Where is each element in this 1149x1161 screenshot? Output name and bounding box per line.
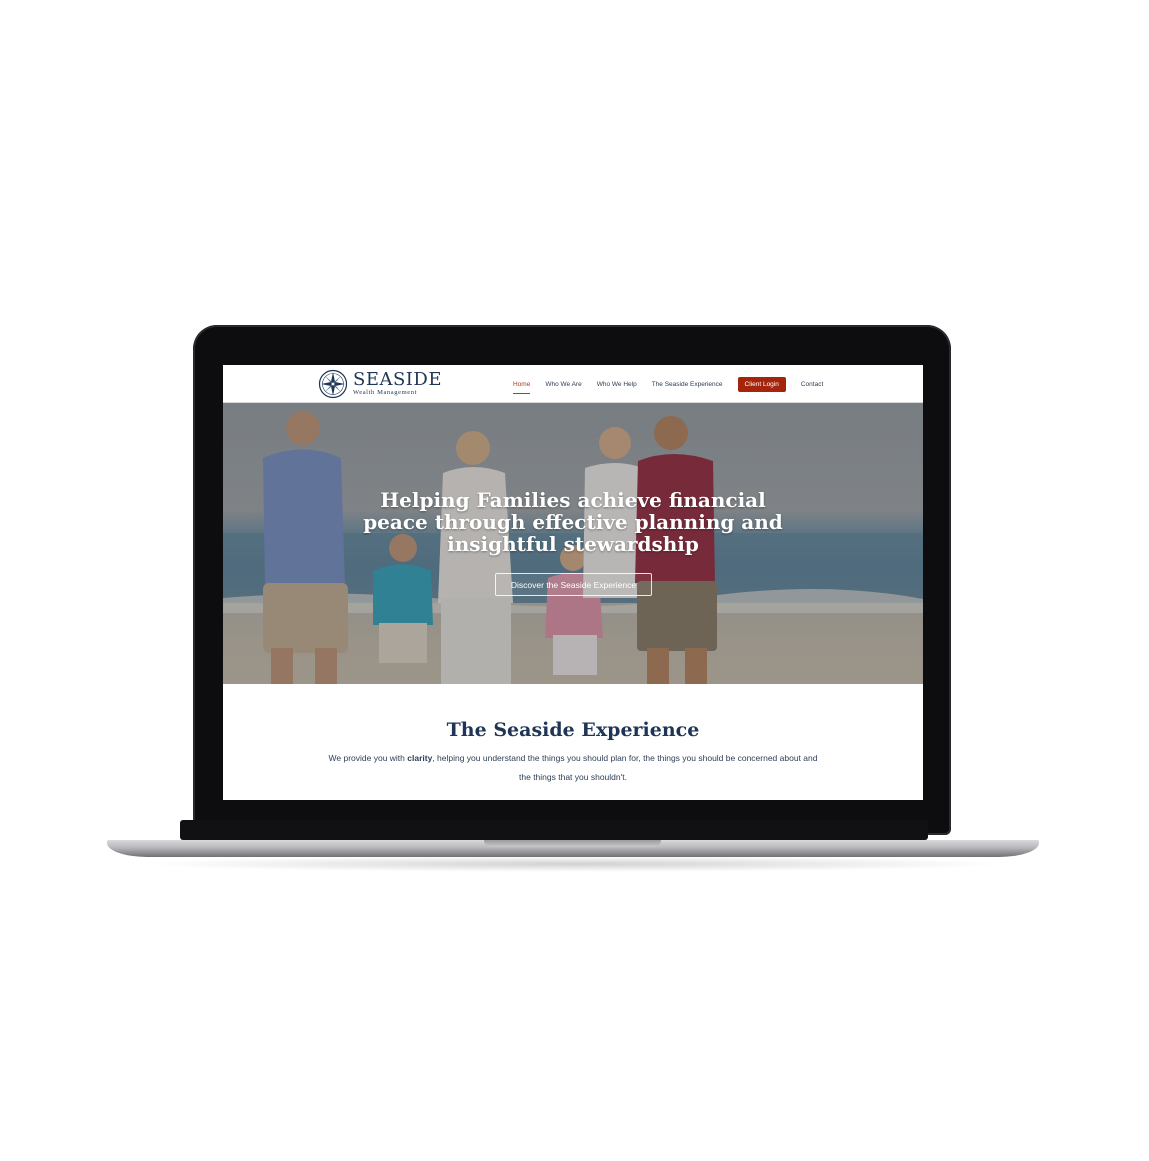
laptop-shadow [140,856,1010,872]
experience-text-rest: , helping you understand the things you … [432,753,818,782]
client-login-button[interactable]: Client Login [737,376,786,392]
site-logo[interactable]: SEASIDE Wealth Management [318,369,442,399]
site-header: SEASIDE Wealth Management Home Who We Ar… [223,365,923,403]
experience-title: The Seaside Experience [446,719,700,741]
nav-item-who-we-are[interactable]: Who We Are [545,381,581,388]
laptop-screen: SEASIDE Wealth Management Home Who We Ar… [223,365,923,800]
experience-text-intro: We provide you with [328,753,408,763]
discover-experience-button[interactable]: Discover the Seaside Experience [495,573,652,596]
main-nav: Home Who We Are Who We Help The Seaside … [513,365,838,403]
hero-heading: Helping Families achieve financial peace… [363,488,783,556]
nav-item-seaside-experience[interactable]: The Seaside Experience [652,381,723,388]
experience-text: We provide you with clarity, helping you… [323,749,823,787]
nav-item-who-we-help[interactable]: Who We Help [597,381,637,388]
experience-text-emphasis: clarity [407,753,433,763]
nav-item-home[interactable]: Home [513,381,531,394]
laptop-chin [180,820,928,840]
laptop-notch [484,840,661,847]
logo-subtitle: Wealth Management [353,389,418,397]
nav-item-contact[interactable]: Contact [801,381,823,388]
logo-name: SEASIDE [353,369,442,391]
hero-banner: Helping Families achieve financial peace… [223,403,923,684]
compass-rose-icon [318,369,348,399]
